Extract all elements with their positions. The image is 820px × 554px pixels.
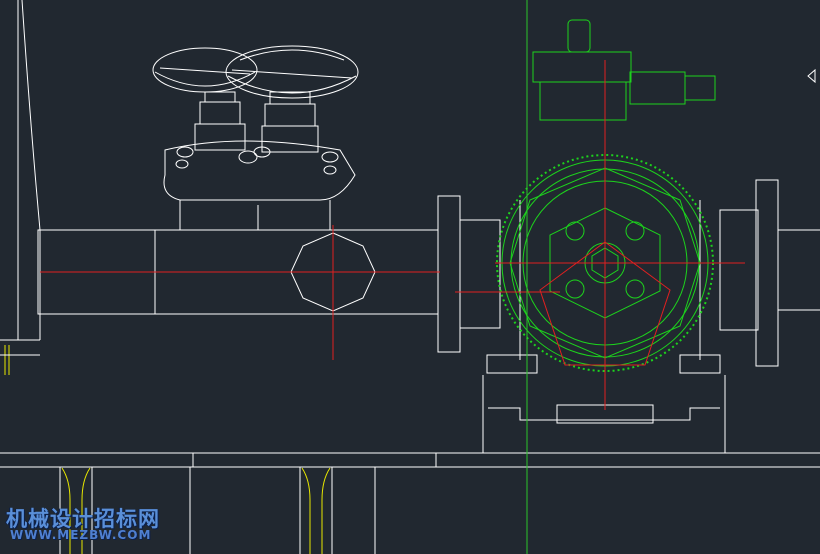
left-housing: [0, 0, 41, 356]
cad-canvas[interactable]: 机械设计招标网 WWW.MEZBW.COM: [0, 0, 820, 554]
watermark-url[interactable]: WWW.MEZBW.COM: [10, 528, 151, 542]
valve-assembly: [152, 45, 359, 230]
motor-base: [482, 68, 820, 454]
centerlines: [40, 60, 745, 410]
cad-drawing: [0, 0, 820, 554]
motor-body: [501, 19, 716, 367]
pipe: [37, 195, 501, 353]
